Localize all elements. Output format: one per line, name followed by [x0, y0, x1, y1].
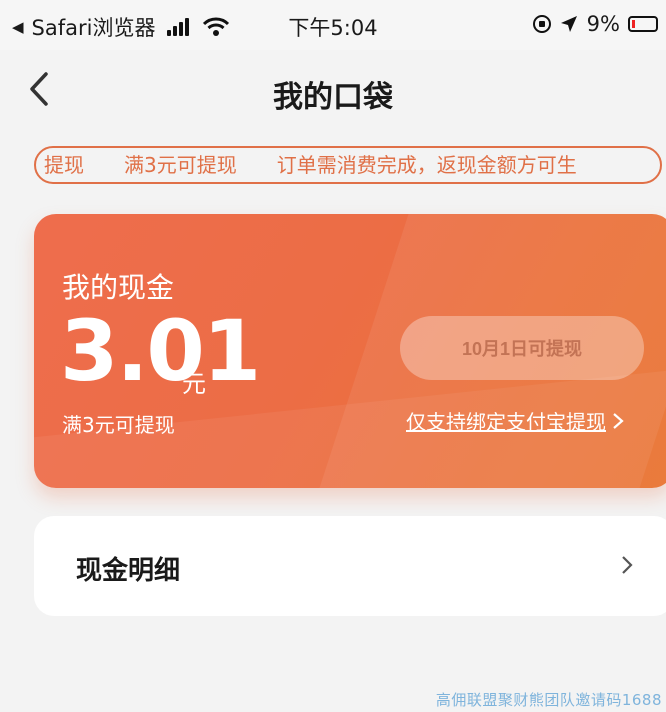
- cash-amount: 3.01: [60, 302, 261, 400]
- notice-marquee: 提现 满3元可提现 订单需消费完成，返现金额方可生: [34, 146, 662, 184]
- withdraw-button[interactable]: 10月1日可提现: [400, 316, 644, 380]
- watermark: 高佣联盟聚财熊团队邀请码1688: [435, 691, 662, 709]
- notice-item: 订单需消费完成，返现金额方可生: [276, 153, 577, 177]
- cash-detail-label: 现金明细: [76, 556, 181, 586]
- nav-bar: 我的口袋: [0, 50, 666, 136]
- location-arrow-icon: [560, 16, 577, 32]
- notice-item: 提现: [44, 153, 84, 177]
- alipay-link[interactable]: 仅支持绑定支付宝提现: [406, 406, 624, 435]
- notice-item: 满3元可提现: [124, 153, 237, 177]
- battery-percent: 9%: [586, 12, 620, 36]
- page-title: 我的口袋: [273, 80, 393, 115]
- cash-label: 我的现金: [62, 271, 175, 304]
- alipay-link-label: 仅支持绑定支付宝提现: [406, 410, 606, 434]
- chevron-right-icon: [613, 412, 624, 429]
- cash-detail-row[interactable]: 现金明细: [34, 516, 666, 616]
- battery-icon: [628, 16, 658, 32]
- cash-card: 我的现金 3.01 元 满3元可提现 10月1日可提现 仅支持绑定支付宝提现: [34, 214, 666, 488]
- rotation-lock-icon: [532, 15, 551, 33]
- chevron-right-icon: [622, 556, 633, 574]
- min-withdraw-note: 满3元可提现: [62, 413, 175, 437]
- status-bar: ◀ Safari浏览器 下午5:04 9%: [0, 0, 666, 50]
- cash-unit: 元: [182, 370, 206, 398]
- status-right: 9%: [532, 12, 658, 36]
